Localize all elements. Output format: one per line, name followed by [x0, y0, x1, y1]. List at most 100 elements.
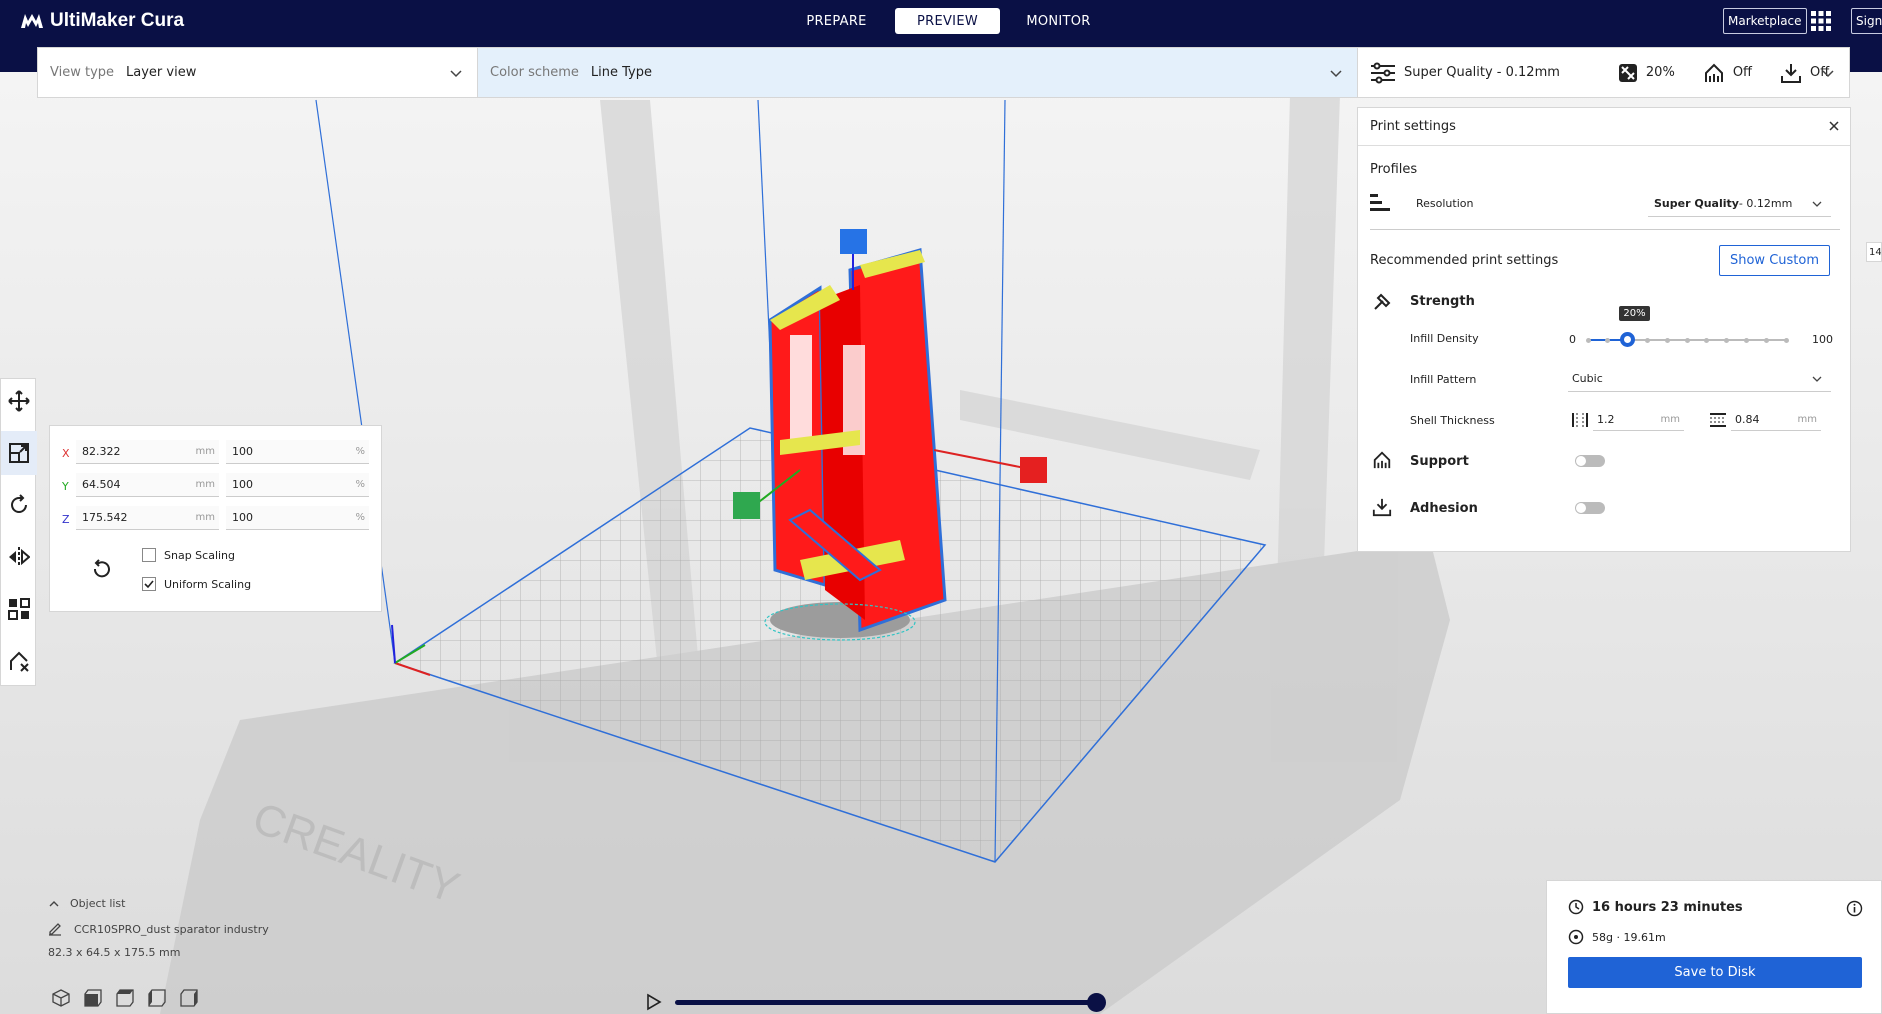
chevron-down-icon	[450, 70, 462, 78]
percent-unit-label: %	[355, 479, 365, 490]
percent-unit-label: %	[355, 512, 365, 523]
object-name: CCR10SPRO_dust sparator industry	[74, 922, 269, 936]
marketplace-button[interactable]: Marketplace	[1723, 8, 1807, 34]
reset-scale-icon[interactable]	[90, 558, 112, 580]
top-view-icon[interactable]	[115, 988, 135, 1008]
rotate-tool[interactable]	[1, 483, 37, 527]
infill-pattern-value: Cubic	[1572, 372, 1603, 385]
support-summary: Off	[1703, 62, 1752, 84]
tab-prepare[interactable]: PREPARE	[784, 8, 889, 34]
wall-thickness-icon	[1572, 413, 1588, 427]
z-size-input[interactable]: 175.542 mm	[76, 506, 219, 530]
resolution-dropdown[interactable]: Super Quality - 0.12mm	[1648, 191, 1831, 217]
print-time-row: 16 hours 23 minutes	[1568, 899, 1743, 915]
x-percent-input[interactable]: 100 %	[226, 440, 369, 464]
y-axis-label: Y	[62, 480, 69, 493]
shell-thickness-label: Shell Thickness	[1410, 414, 1495, 427]
print-settings-title: Print settings	[1370, 119, 1456, 134]
infill-density-label: Infill Density	[1410, 332, 1479, 345]
top-bottom-thickness-input[interactable]: 0.84 mm	[1731, 409, 1821, 431]
save-to-disk-button[interactable]: Save to Disk	[1568, 957, 1862, 988]
x-size-input[interactable]: 82.322 mm	[76, 440, 219, 464]
percent-unit-label: %	[355, 446, 365, 457]
slider-step-dot	[1605, 337, 1611, 343]
divider	[1370, 229, 1840, 230]
infill-density-slider[interactable]	[1585, 332, 1789, 347]
snap-scaling-checkbox[interactable]	[142, 548, 156, 562]
hammer-icon	[1374, 293, 1391, 310]
y-percent-input[interactable]: 100 %	[226, 473, 369, 497]
top-bottom-thickness-value: 0.84	[1735, 413, 1760, 426]
view-type-dropdown[interactable]: View type Layer view	[38, 48, 478, 97]
support-blocker-tool[interactable]	[1, 639, 37, 683]
object-list-label: Object list	[70, 897, 126, 910]
object-dimensions: 82.3 x 64.5 x 175.5 mm	[48, 946, 181, 959]
close-icon[interactable]	[1828, 120, 1840, 132]
print-setup-selector[interactable]: Super Quality - 0.12mm 20% Off Off	[1358, 48, 1849, 97]
infill-pattern-dropdown[interactable]: Cubic	[1568, 366, 1831, 392]
stage-tabs: PREPARE PREVIEW MONITOR	[784, 8, 1111, 34]
object-list-toggle[interactable]: Object list	[48, 897, 269, 910]
slider-handle[interactable]	[1620, 332, 1636, 347]
slider-step-dot	[1743, 337, 1749, 343]
apps-grid-icon[interactable]	[1810, 10, 1832, 32]
support-label: Support	[1410, 454, 1469, 469]
resolution-label: Resolution	[1416, 197, 1474, 210]
slider-step-dot	[1724, 337, 1730, 343]
support-icon	[1704, 63, 1723, 82]
right-view-icon[interactable]	[179, 988, 199, 1008]
move-icon	[8, 390, 30, 412]
view-type-value: Layer view	[126, 65, 197, 80]
chevron-down-icon	[1822, 70, 1834, 78]
slider-step-dot	[1684, 337, 1690, 343]
tab-preview[interactable]: PREVIEW	[895, 8, 1000, 34]
show-custom-button[interactable]: Show Custom	[1719, 245, 1830, 276]
unit-label: mm	[1660, 414, 1680, 425]
object-name-row[interactable]: CCR10SPRO_dust sparator industry	[48, 922, 269, 936]
top-bottom-thickness-icon	[1710, 413, 1726, 427]
y-size-input[interactable]: 64.504 mm	[76, 473, 219, 497]
wall-thickness-input[interactable]: 1.2 mm	[1593, 409, 1684, 431]
play-icon[interactable]	[646, 993, 662, 1011]
tab-monitor[interactable]: MONITOR	[1006, 8, 1111, 34]
sign-in-button[interactable]: Sign in	[1851, 8, 1882, 34]
adhesion-toggle[interactable]	[1575, 502, 1605, 514]
wall-thickness-value: 1.2	[1597, 413, 1615, 426]
scale-panel: X 82.322 mm 100 % Y 64.504 mm 100 % Z 17…	[49, 425, 382, 612]
slider-step-dot	[1585, 337, 1591, 343]
resolution-icon	[1370, 194, 1390, 211]
info-icon[interactable]	[1846, 900, 1863, 917]
ultimaker-logo-icon	[21, 14, 43, 28]
z-size-value: 175.542	[82, 511, 128, 524]
recommended-label: Recommended print settings	[1370, 253, 1559, 268]
z-percent-value: 100	[232, 511, 253, 524]
print-settings-panel: Print settings Profiles Resolution Super…	[1357, 107, 1851, 552]
snap-scaling-label: Snap Scaling	[164, 549, 236, 562]
left-view-icon[interactable]	[147, 988, 167, 1008]
print-summary-panel: 16 hours 23 minutes 58g · 19.61m Save to…	[1546, 880, 1882, 1014]
mirror-tool[interactable]	[1, 535, 37, 579]
move-tool[interactable]	[1, 379, 37, 423]
z-percent-input[interactable]: 100 %	[226, 506, 369, 530]
path-slider-handle[interactable]	[1087, 993, 1106, 1012]
quality-summary: Super Quality - 0.12mm	[1370, 62, 1560, 84]
3d-view-icon[interactable]	[51, 988, 71, 1008]
infill-max-label: 100	[1812, 333, 1833, 346]
adhesion-icon	[1781, 63, 1802, 83]
uniform-scaling-checkbox[interactable]	[142, 577, 156, 591]
layer-slider-top-value[interactable]: 14	[1866, 242, 1882, 262]
chevron-up-icon	[49, 900, 59, 906]
y-percent-value: 100	[232, 478, 253, 491]
view-type-label: View type	[50, 65, 115, 80]
slider-step-dot	[1783, 337, 1789, 343]
support-toggle[interactable]	[1575, 455, 1605, 467]
scale-tool[interactable]	[1, 431, 37, 475]
path-slider-track[interactable]	[675, 1000, 1097, 1005]
per-model-settings-tool[interactable]	[1, 587, 37, 631]
y-size-value: 64.504	[82, 478, 121, 491]
color-scheme-dropdown[interactable]: Color scheme Line Type	[478, 48, 1358, 97]
slider-step-dot	[1644, 337, 1650, 343]
color-scheme-value: Line Type	[590, 65, 652, 80]
front-view-icon[interactable]	[83, 988, 103, 1008]
quality-value: Super Quality - 0.12mm	[1404, 65, 1560, 80]
